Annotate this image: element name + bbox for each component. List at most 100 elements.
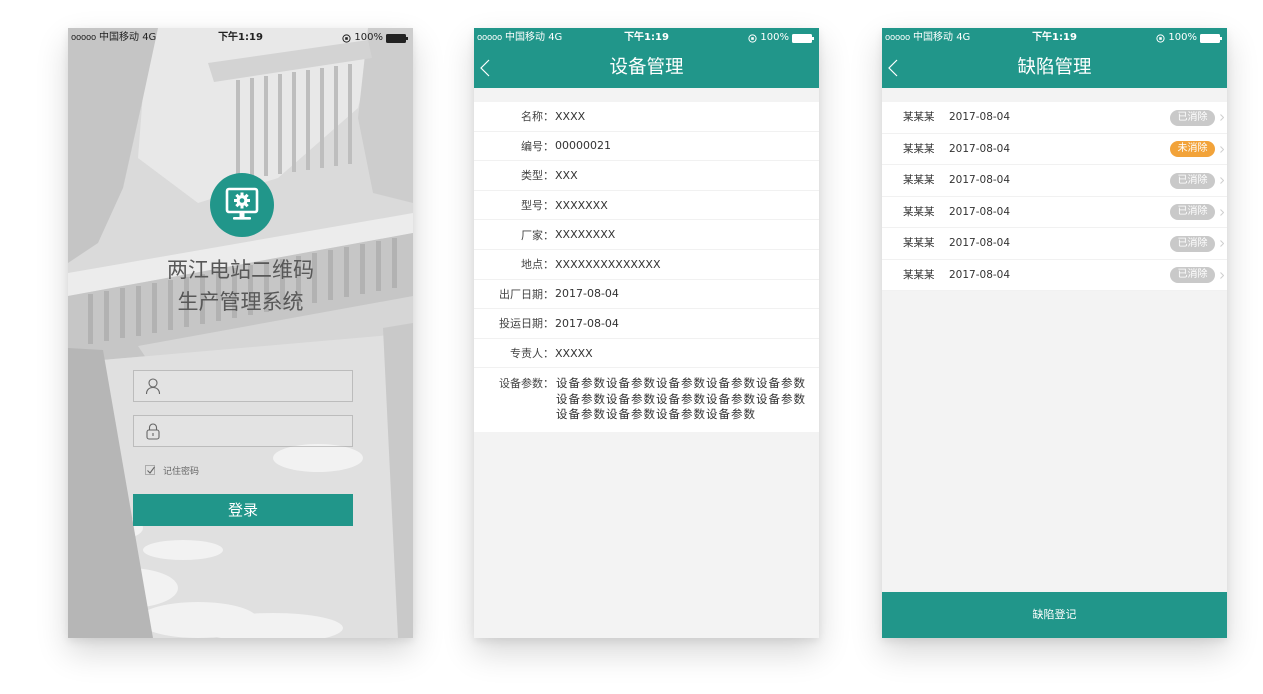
field-value: XXXXXXXX [555, 228, 616, 242]
parameters-line: 设备参数设备参数设备参数设备参数 [556, 407, 756, 422]
carrier-label: 中国移动 4G [913, 32, 971, 43]
status-right: 100% [1156, 28, 1222, 48]
reporter-name: 某某某 [903, 142, 935, 155]
defect-list: 某某某 2017-08-04 已消除 某某某 2017-08-04 未消除 某某… [882, 102, 1227, 291]
app-title-line2: 生产管理系统 [177, 290, 304, 314]
status-badge: 已消除 [1170, 204, 1215, 220]
parameters-value: 设备参数设备参数设备参数设备参数设备参数 设备参数设备参数设备参数设备参数设备参… [554, 376, 806, 423]
top-bar: ooooo 中国移动 4G 下午1:19 100% 设备管理 [474, 28, 819, 88]
signal-indicator: ooooo [477, 33, 503, 43]
login-button[interactable]: 登录 [133, 494, 353, 526]
status-badge: 已消除 [1170, 172, 1215, 189]
field-value: XXXX [555, 109, 586, 123]
chevron-right-icon [1220, 271, 1224, 279]
equipment-detail-list: 名称： XXXX 编号： 00000021 类型： XXX 型号： XXXXXX… [474, 102, 819, 432]
field-value: XXXXX [555, 346, 593, 360]
detail-row-parameters: 设备参数： 设备参数设备参数设备参数设备参数设备参数 设备参数设备参数设备参数设… [474, 368, 819, 432]
defects-screen: ooooo 中国移动 4G 下午1:19 100% 缺陷管理 某某某 2017-0… [882, 28, 1227, 638]
field-value: XXXXXXXXXXXXXX [555, 257, 661, 271]
field-label: 设备参数： [499, 377, 554, 391]
page-title: 设备管理 [609, 57, 684, 78]
battery-percent: 100% [1168, 32, 1197, 43]
field-value: 2017-08-04 [555, 287, 619, 301]
parameters-line: 设备参数设备参数设备参数设备参数设备参数 [556, 391, 806, 406]
chevron-right-icon [1220, 145, 1224, 153]
detail-row-manufacture-date: 出厂日期： 2017-08-04 [474, 280, 819, 310]
field-label: 地点： [521, 258, 554, 272]
defect-date: 2017-08-04 [949, 174, 1011, 186]
detail-row-commission-date: 投运日期： 2017-08-04 [474, 309, 819, 339]
remember-password: 记住密码 [145, 464, 200, 477]
register-defect-button[interactable]: 缺陷登记 [882, 592, 1227, 638]
defect-item[interactable]: 某某某 2017-08-04 已消除 [882, 102, 1227, 134]
field-label: 厂家： [521, 228, 554, 242]
detail-row-responsible-person: 专责人： XXXXX [474, 339, 819, 369]
field-value: 2017-08-04 [555, 316, 619, 330]
app-title-line1: 两江电站二维码 [167, 258, 314, 282]
detail-row-model: 型号： XXXXXXX [474, 191, 819, 221]
rotation-lock-icon [342, 33, 352, 43]
defect-item[interactable]: 某某某 2017-08-04 已消除 [882, 260, 1227, 291]
status-badge: 未消除 [1170, 141, 1215, 157]
defect-item[interactable]: 某某某 2017-08-04 未消除 [882, 134, 1227, 165]
page-title: 缺陷管理 [1017, 57, 1092, 78]
chevron-right-icon [1220, 114, 1224, 121]
signal-indicator: ooooo [885, 33, 911, 43]
status-right: 100% [342, 28, 408, 48]
detail-row-manufacturer: 厂家： XXXXXXXX [474, 220, 819, 250]
field-label: 专责人： [510, 347, 554, 361]
field-label: 投运日期： [499, 317, 554, 331]
carrier-label: 中国移动 4G [99, 32, 157, 43]
battery-percent: 100% [354, 32, 383, 43]
signal-indicator: ooooo [71, 33, 97, 43]
reporter-name: 某某某 [903, 174, 935, 186]
defect-item[interactable]: 某某某 2017-08-04 已消除 [882, 165, 1227, 197]
field-label: 名称： [521, 110, 554, 124]
defect-date: 2017-08-04 [949, 205, 1011, 218]
defect-date: 2017-08-04 [949, 142, 1011, 155]
defect-item[interactable]: 某某某 2017-08-04 已消除 [882, 197, 1227, 228]
password-field[interactable] [133, 415, 353, 447]
monitor-gear-icon [210, 173, 274, 237]
status-time: 下午1:19 [1032, 32, 1077, 43]
status-badge: 已消除 [1170, 235, 1215, 252]
status-time: 下午1:19 [624, 32, 669, 43]
detail-row-type: 类型： XXX [474, 161, 819, 191]
status-left: ooooo 中国移动 4G [71, 28, 156, 48]
equipment-screen: ooooo 中国移动 4G 下午1:19 100% 设备管理 名称： XXXX 编… [474, 28, 819, 638]
username-field[interactable] [133, 370, 353, 402]
defect-date: 2017-08-04 [949, 111, 1011, 123]
status-time: 下午1:19 [218, 32, 263, 43]
battery-percent: 100% [760, 32, 789, 43]
status-right: 100% [748, 28, 814, 48]
defect-date: 2017-08-04 [949, 237, 1011, 249]
detail-row-location: 地点： XXXXXXXXXXXXXX [474, 250, 819, 280]
field-label: 类型： [521, 169, 554, 183]
chevron-right-icon [1220, 208, 1224, 216]
defect-item[interactable]: 某某某 2017-08-04 已消除 [882, 228, 1227, 260]
rotation-lock-icon [1156, 33, 1166, 43]
detail-row-number: 编号： 00000021 [474, 132, 819, 162]
username-input[interactable] [168, 371, 348, 401]
parameters-line: 设备参数设备参数设备参数设备参数设备参数 [556, 376, 806, 391]
chevron-right-icon [1220, 177, 1224, 184]
carrier-label: 中国移动 4G [505, 32, 563, 43]
background-photo [68, 28, 413, 638]
remember-password-label: 记住密码 [163, 466, 200, 477]
top-bar: ooooo 中国移动 4G 下午1:19 100% 缺陷管理 [882, 28, 1227, 88]
chevron-right-icon [1220, 240, 1224, 247]
remember-password-checkbox[interactable] [145, 465, 155, 475]
status-left: ooooo 中国移动 4G [477, 28, 562, 48]
reporter-name: 某某某 [903, 237, 935, 249]
lock-icon [144, 422, 162, 440]
rotation-lock-icon [748, 33, 758, 43]
field-value: XXXXXXX [555, 198, 608, 212]
nav-bar: 设备管理 [474, 48, 819, 88]
nav-bar: 缺陷管理 [882, 48, 1227, 88]
status-bar: ooooo 中国移动 4G 下午1:19 100% [474, 28, 819, 48]
password-input[interactable] [168, 416, 348, 446]
battery-icon [792, 33, 814, 43]
reporter-name: 某某某 [903, 268, 935, 281]
status-left: ooooo 中国移动 4G [885, 28, 970, 48]
battery-icon [1200, 33, 1222, 43]
